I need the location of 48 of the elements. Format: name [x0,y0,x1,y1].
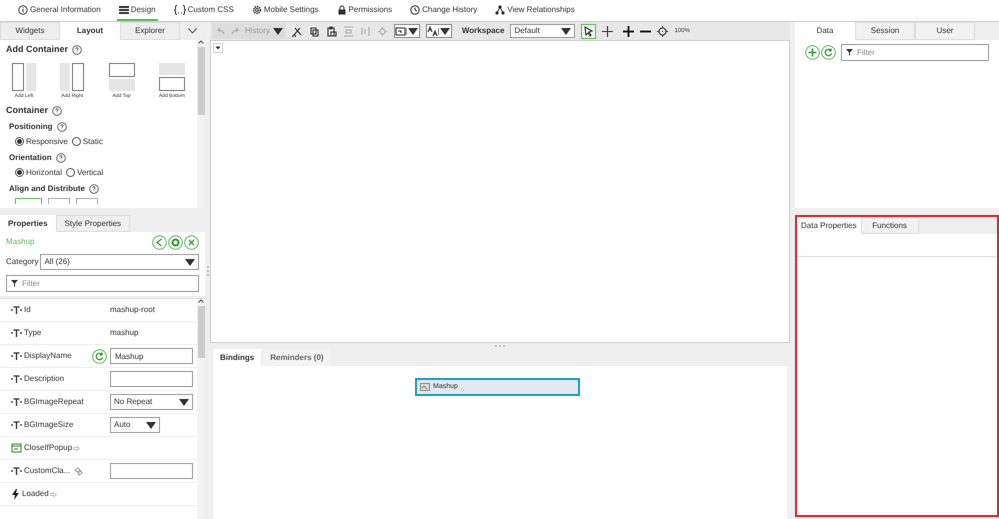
tab[interactable]: Explorer [120,22,180,40]
filter-field[interactable]: Filter [841,44,989,61]
tab[interactable]: Session [855,22,915,40]
property-value: mashup-root [110,304,156,316]
property-name: DisplayName [24,350,72,362]
tab[interactable]: Data [795,22,855,40]
tab[interactable]: Reminders (0) [263,349,331,366]
radio-option[interactable]: Vertical [66,166,104,178]
tab[interactable]: User [915,22,975,40]
tab[interactable]: Functions [860,217,919,234]
tab[interactable]: Properties [0,215,56,232]
tab[interactable]: Layout [60,22,120,40]
property-name: Type [24,327,42,339]
property-dropdown[interactable]: No Repeat [110,394,193,410]
radio-option[interactable]: Horizontal [15,166,62,178]
property-name: CustomCla... [24,465,70,477]
property-value: mashup [110,327,140,339]
workspace-label: Workspace [462,25,504,37]
tab[interactable]: Widgets [0,22,60,40]
property-name: BGImageRepeat [24,396,84,408]
field-label: Align and Distribute [9,182,85,194]
tab[interactable]: Data Properties [797,217,861,234]
field-label: Orientation [9,152,52,164]
top-tab[interactable]: Permissions [334,1,394,21]
workspace-dropdown[interactable]: Default [510,24,576,38]
property-name: CloseIfPopup [24,442,72,454]
field-label: Positioning [9,120,53,132]
entity-name: Mashup [6,236,36,248]
property-name: Loaded [22,488,49,500]
property-name: BGImageSize [24,419,74,431]
section-title: Container [6,104,48,117]
property-name: Id [24,304,31,316]
top-tab[interactable]: Mobile Settings [250,1,321,21]
tab[interactable]: Style Properties [56,215,130,232]
filter-field[interactable]: Filter [6,275,199,292]
top-tab[interactable]: View Relationships [493,1,577,21]
category-dropdown[interactable]: All (26) [40,254,199,270]
property-dropdown[interactable]: Auto [110,417,160,433]
section-title: Add Container [6,43,68,56]
property-name: Description [24,373,64,385]
radio-option[interactable]: Static [72,136,103,148]
top-tab[interactable]: General Information [16,1,103,21]
property-input[interactable]: Mashup [110,348,193,364]
top-tab[interactable]: Change History [408,1,480,21]
field-label: Category [6,256,38,268]
top-tab[interactable]: Custom CSS [172,1,236,21]
radio-option[interactable]: Responsive [15,136,68,148]
tab[interactable]: Bindings [213,349,262,366]
